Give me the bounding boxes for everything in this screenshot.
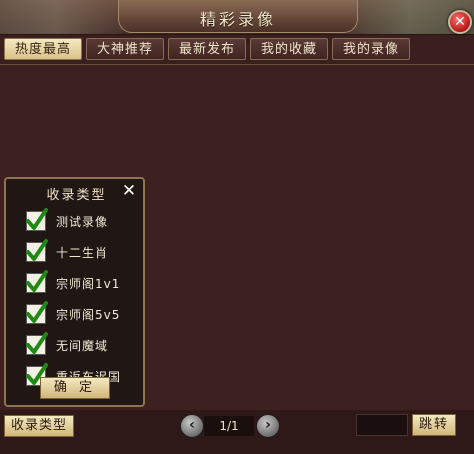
- filter-option[interactable]: 无间魔域: [26, 332, 141, 364]
- checkbox[interactable]: [26, 332, 48, 355]
- filter-option[interactable]: 测试录像: [26, 208, 141, 240]
- filter-option-label: 无间魔域: [56, 339, 109, 353]
- filter-option[interactable]: 宗师阁5v5: [26, 301, 141, 333]
- top-bar: 精彩录像 ✕: [0, 0, 474, 35]
- filter-option-label: 十二生肖: [56, 246, 109, 260]
- filter-option-label: 宗师阁5v5: [56, 308, 121, 322]
- chevron-left-icon[interactable]: ‹: [180, 414, 204, 438]
- checkmark-icon: [26, 270, 48, 292]
- pager: ‹ 1/1 ›: [180, 414, 280, 438]
- tab-my-recordings[interactable]: 我的录像: [332, 38, 410, 60]
- window-title: 精彩录像: [199, 10, 276, 29]
- jump-button[interactable]: 跳转: [412, 414, 456, 436]
- tab-bar: 热度最高 大神推荐 最新发布 我的收藏 我的录像: [4, 38, 410, 62]
- page-indicator: 1/1: [204, 416, 254, 436]
- title-plate: 精彩录像: [118, 0, 358, 33]
- tab-latest[interactable]: 最新发布: [168, 38, 246, 60]
- filter-option-label: 宗师阁1v1: [56, 277, 121, 291]
- page-jump-input[interactable]: [356, 414, 408, 436]
- checkmark-icon: [26, 301, 48, 323]
- checkmark-icon: [26, 208, 48, 230]
- checkmark-icon: [26, 239, 48, 261]
- checkmark-icon: [26, 332, 48, 354]
- tab-my-favorites[interactable]: 我的收藏: [250, 38, 328, 60]
- tab-expert-recommend[interactable]: 大神推荐: [86, 38, 164, 60]
- filter-option[interactable]: 十二生肖: [26, 239, 141, 271]
- tab-hottest[interactable]: 热度最高: [4, 38, 82, 60]
- record-type-button[interactable]: 收录类型: [4, 415, 74, 437]
- filter-panel: 收录类型 ✕ 测试录像 十二生肖 宗师阁1v1 宗师阁5v5 无间魔域 确 定: [4, 177, 145, 407]
- confirm-button[interactable]: 确 定: [40, 377, 110, 399]
- filter-options: 测试录像 十二生肖 宗师阁1v1 宗师阁5v5 无间魔域: [26, 208, 141, 395]
- bottom-bar: 收录类型 ‹ 1/1 › 跳转: [0, 410, 474, 454]
- filter-option[interactable]: 宗师阁1v1: [26, 270, 141, 302]
- checkbox[interactable]: [26, 208, 48, 231]
- checkbox[interactable]: [26, 270, 48, 293]
- close-icon[interactable]: ✕: [448, 10, 472, 34]
- checkbox[interactable]: [26, 239, 48, 262]
- filter-close-icon[interactable]: ✕: [121, 183, 137, 200]
- chevron-right-icon[interactable]: ›: [256, 414, 280, 438]
- filter-option-label: 测试录像: [56, 215, 109, 229]
- checkbox[interactable]: [26, 301, 48, 324]
